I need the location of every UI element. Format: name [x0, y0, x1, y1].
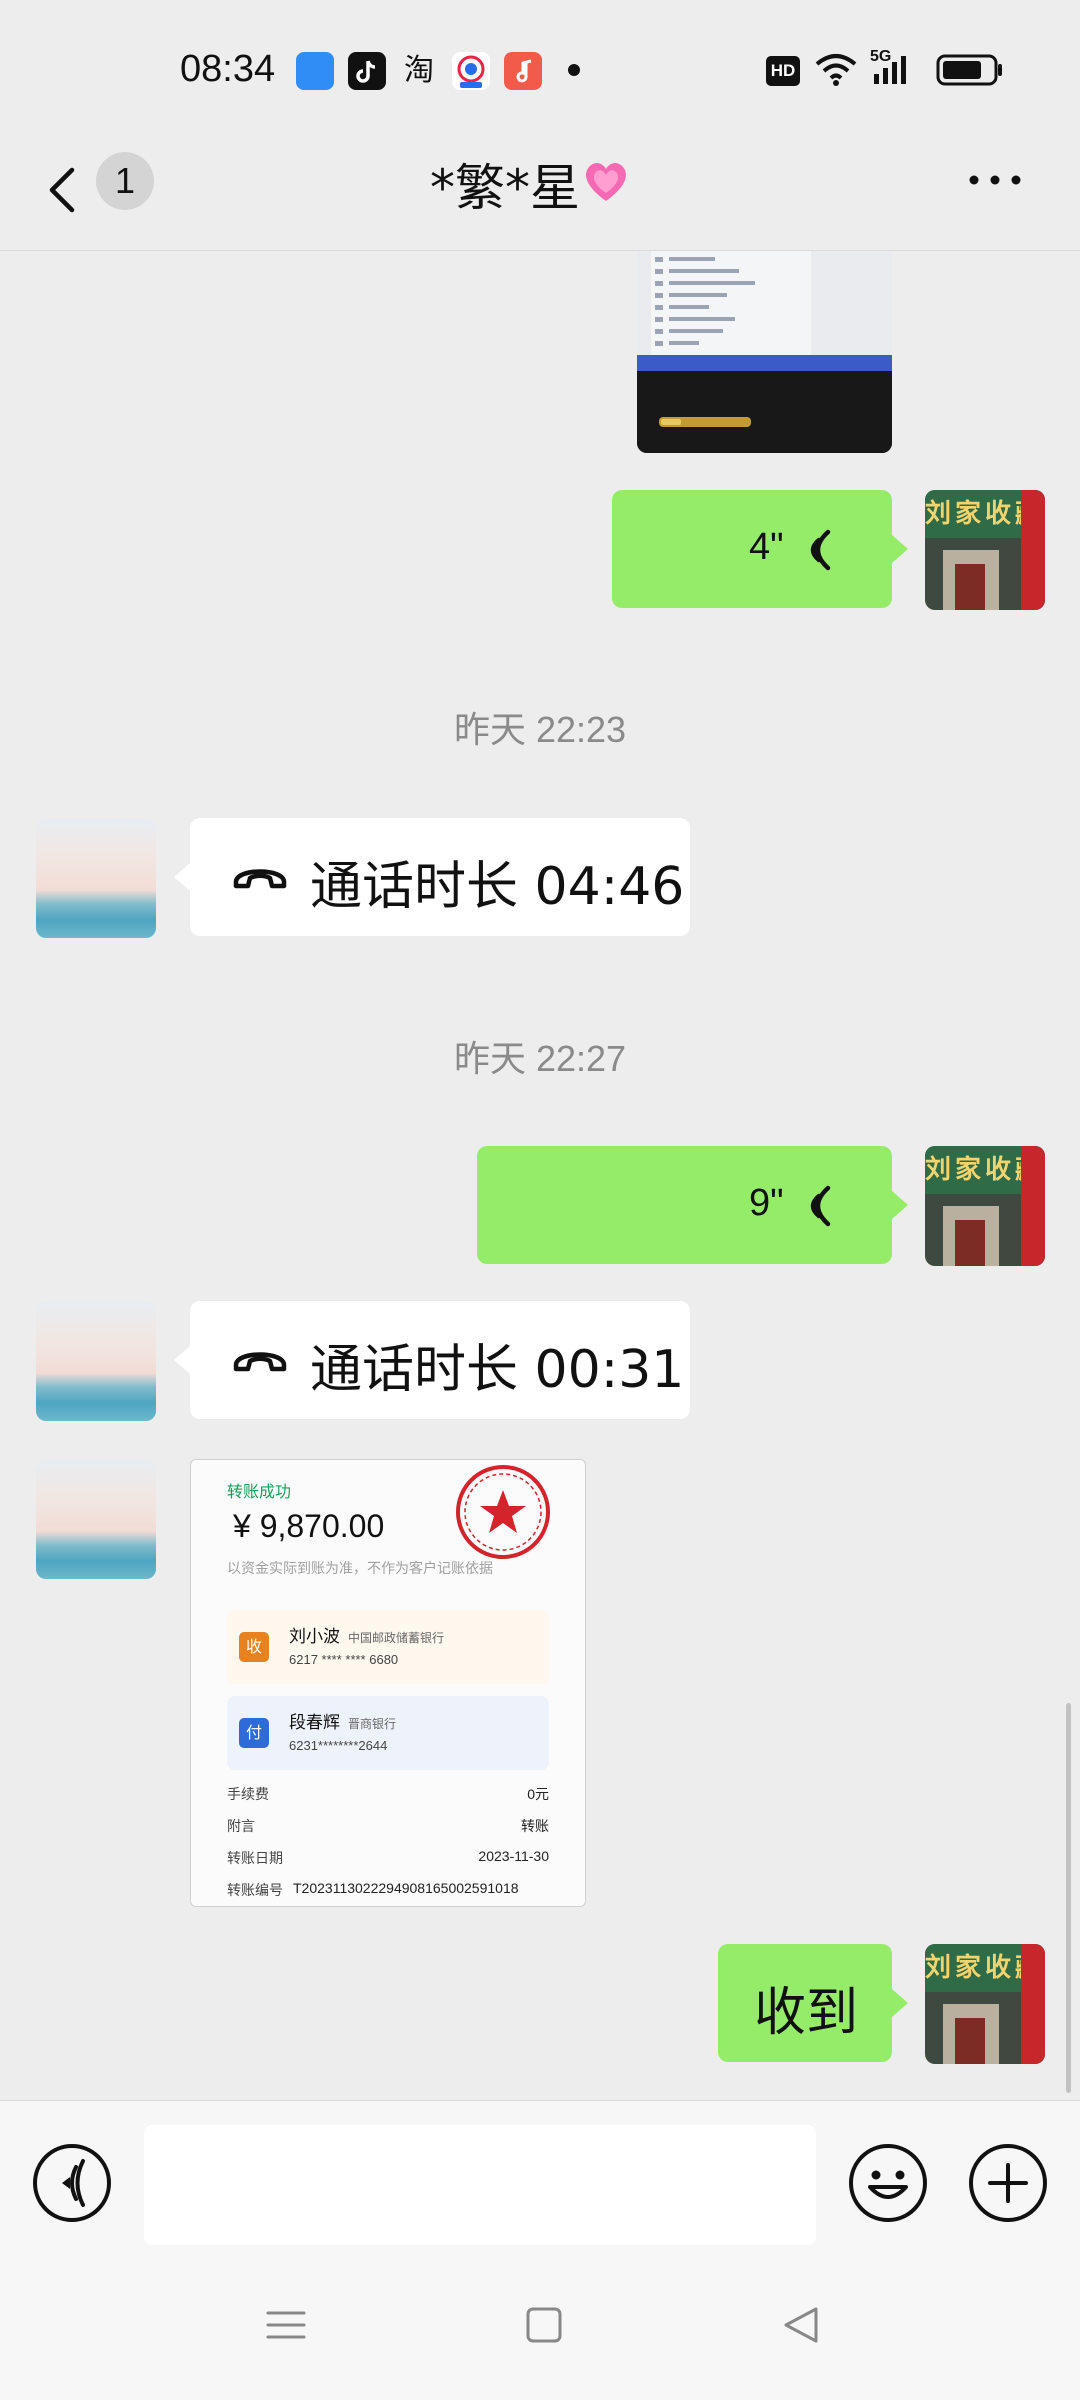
- call-record-message[interactable]: 通话时长 04:46: [190, 818, 690, 936]
- red-seal-stamp-icon: [453, 1462, 553, 1562]
- bubble-tail: [892, 1989, 908, 2017]
- text-message-outgoing[interactable]: 收到: [718, 1944, 892, 2062]
- message-input[interactable]: [144, 2125, 816, 2245]
- phone-hangup-icon: [230, 1339, 290, 1379]
- date-value: 2023-11-30: [478, 1848, 549, 1864]
- payee-account: 6217 **** **** 6680: [289, 1652, 399, 1667]
- voice-duration: 9": [749, 1182, 784, 1224]
- avatar[interactable]: 刘家收藏: [925, 1146, 1045, 1266]
- transfer-receipt-image[interactable]: 转账成功 ¥ 9,870.00 以资金实际到账为准，不作为客户记账依据 收 刘小…: [190, 1459, 586, 1907]
- notification-dot-icon: [568, 64, 580, 76]
- home-nav-icon[interactable]: [514, 2295, 574, 2355]
- payer-bank: 晋商银行: [348, 1717, 397, 1731]
- input-bar: [0, 2100, 1080, 2255]
- bubble-tail: [892, 535, 908, 563]
- voice-wave-icon: [798, 528, 838, 572]
- memo-label: 附言: [227, 1819, 255, 1835]
- voice-duration: 4": [749, 526, 784, 568]
- photo-message[interactable]: [637, 251, 892, 453]
- menu-nav-icon[interactable]: [256, 2295, 316, 2355]
- back-button[interactable]: [40, 152, 90, 232]
- serial-label: 转账编号: [227, 1883, 283, 1899]
- battery-icon: [936, 54, 1004, 90]
- fee-value: 0元: [527, 1786, 549, 1802]
- memo-value: 转账: [521, 1818, 549, 1834]
- bubble-tail: [892, 1191, 908, 1219]
- receipt-status: 转账成功: [227, 1482, 292, 1501]
- avatar[interactable]: [36, 818, 156, 938]
- tiktok-icon: [348, 52, 386, 90]
- music-icon: [504, 52, 542, 90]
- serial-value: T2023113022294908165002591018: [293, 1880, 519, 1896]
- avatar[interactable]: [36, 1301, 156, 1421]
- timestamp: 昨天 22:23: [453, 709, 627, 750]
- payee-bank: 中国邮政储蓄银行: [348, 1631, 445, 1645]
- avatar[interactable]: 刘家收藏: [925, 1944, 1045, 2064]
- system-nav-bar: [0, 2255, 1080, 2400]
- more-options-button[interactable]: [966, 170, 1024, 190]
- message-text: 收到: [754, 1983, 859, 2043]
- wifi-icon: [814, 52, 858, 92]
- voice-input-toggle-button[interactable]: [32, 2143, 112, 2223]
- signal-5g-icon: 5G: [870, 48, 920, 88]
- timestamp: 昨天 22:27: [453, 1038, 627, 1079]
- chat-title: *繁*星: [430, 159, 580, 217]
- status-bar: 08:34 淘 HD 5G: [0, 0, 1080, 140]
- taobao-icon: 淘: [404, 53, 434, 88]
- receipt-amount: ¥ 9,870.00: [233, 1508, 385, 1544]
- app-blue-icon: [296, 52, 334, 90]
- heart-icon: [581, 158, 631, 204]
- message-list[interactable]: 4" 刘家收藏 昨天 22:23 通话时长 04:46 昨天 22:27 9" …: [0, 251, 1080, 2100]
- scrollbar[interactable]: [1066, 1703, 1071, 2093]
- avatar[interactable]: 刘家收藏: [925, 490, 1045, 610]
- payer-account: 6231********2644: [289, 1738, 388, 1753]
- voice-wave-icon: [798, 1184, 838, 1228]
- bubble-tail: [174, 1346, 190, 1374]
- payer-name: 段春辉: [289, 1713, 340, 1733]
- voice-message-outgoing[interactable]: 4": [612, 490, 892, 608]
- emoji-button[interactable]: [848, 2143, 928, 2223]
- news-icon: [452, 52, 490, 90]
- payer-card: 付 段春辉 晋商银行 6231********2644: [227, 1696, 549, 1770]
- payee-name: 刘小波: [289, 1627, 340, 1647]
- payee-card: 收 刘小波 中国邮政储蓄银行 6217 **** **** 6680: [227, 1610, 549, 1684]
- call-duration-text: 通话时长 00:31: [310, 1340, 685, 1400]
- hd-icon: HD: [766, 56, 800, 86]
- chat-header: 1 *繁*星: [0, 140, 1080, 250]
- more-functions-plus-button[interactable]: [968, 2143, 1048, 2223]
- voice-message-outgoing[interactable]: 9": [477, 1146, 892, 1264]
- status-time: 08:34: [180, 48, 276, 90]
- unread-count-badge[interactable]: 1: [96, 152, 154, 210]
- call-duration-text: 通话时长 04:46: [310, 857, 685, 917]
- call-record-message[interactable]: 通话时长 00:31: [190, 1301, 690, 1419]
- avatar[interactable]: [36, 1459, 156, 1579]
- pay-badge-icon: 付: [239, 1718, 269, 1748]
- date-label: 转账日期: [227, 1851, 283, 1867]
- receive-badge-icon: 收: [239, 1632, 269, 1662]
- bubble-tail: [174, 863, 190, 891]
- back-nav-icon[interactable]: [772, 2295, 832, 2355]
- fee-label: 手续费: [227, 1787, 269, 1803]
- phone-hangup-icon: [230, 856, 290, 896]
